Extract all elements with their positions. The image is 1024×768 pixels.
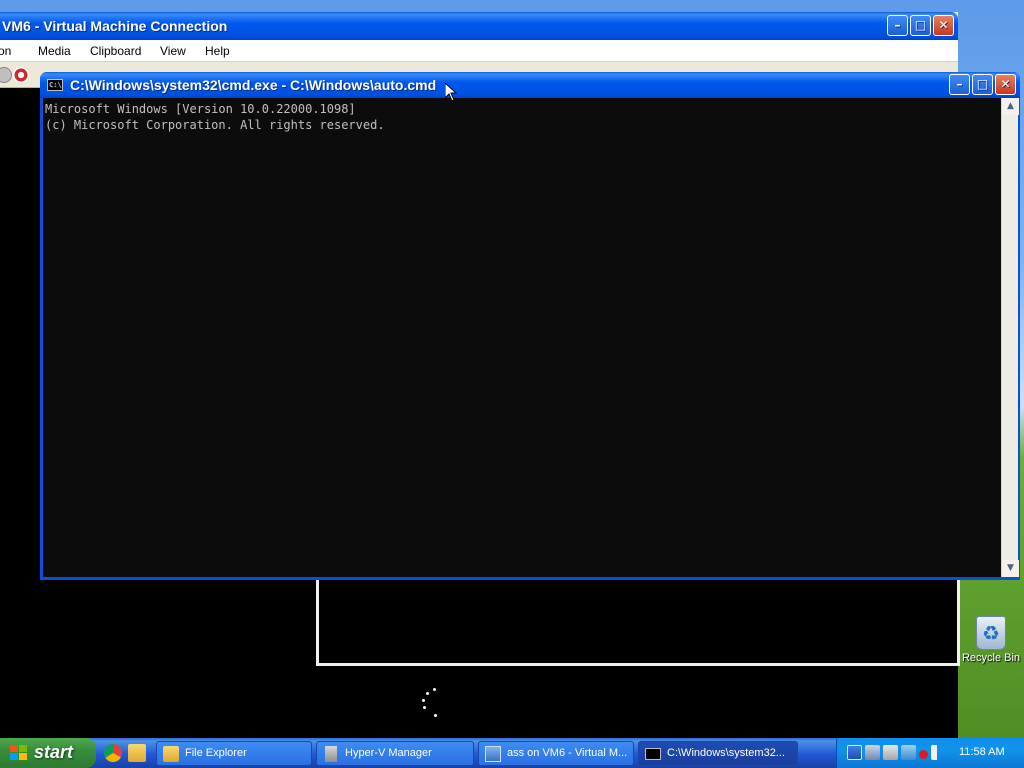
cmd-close-button[interactable]: ✕ [995,74,1016,95]
recycle-bin-icon [976,616,1006,650]
vm-minimize-button[interactable]: – [887,15,908,36]
task-vm-connection[interactable]: ass on VM6 - Virtual M... [478,741,634,766]
console-line-version: Microsoft Windows [Version 10.0.22000.10… [45,102,356,116]
task-label: Hyper-V Manager [345,747,432,759]
task-hyperv-manager[interactable]: Hyper-V Manager [316,741,474,766]
cmd-title-bar[interactable]: C:\ C:\Windows\system32\cmd.exe - C:\Win… [40,72,1020,98]
volume-icon[interactable] [931,745,946,760]
clock[interactable]: 11:58 AM [959,746,1005,758]
menu-clipboard[interactable]: Clipboard [90,44,141,58]
cmd-window: C:\ C:\Windows\system32\cmd.exe - C:\Win… [40,72,1020,580]
cmd-vertical-scrollbar[interactable]: ▲ ▼ [1001,98,1019,577]
task-label: ass on VM6 - Virtual M... [507,747,628,759]
task-label: C:\Windows\system32... [667,747,785,759]
task-label: File Explorer [185,747,247,759]
record-icon[interactable] [919,750,928,759]
cmd-minimize-button[interactable]: – [949,74,970,95]
vm-connection-icon [485,746,501,762]
chrome-icon[interactable] [104,744,122,762]
folder-icon [163,746,179,762]
security-shield-icon[interactable] [847,745,862,760]
windows-flag-icon [10,745,28,761]
task-cmd[interactable]: C:\Windows\system32... [638,741,798,766]
scroll-up-arrow-icon[interactable]: ▲ [1002,98,1019,115]
menu-media[interactable]: Media [38,44,71,58]
vm-close-button[interactable]: ✕ [933,15,954,36]
start-label: start [34,742,74,762]
recycle-bin-shortcut[interactable]: Recycle Bin [958,612,1024,682]
task-file-explorer[interactable]: File Explorer [156,741,312,766]
ctrl-alt-del-icon[interactable] [0,67,12,83]
loading-spinner-icon [420,688,448,720]
power-off-icon[interactable] [13,67,29,83]
menu-action[interactable]: Action [0,44,11,58]
mouse-cursor-icon [445,83,457,102]
vm-title-bar[interactable]: VM6 - Virtual Machine Connection – □ ✕ [0,12,958,40]
hyperv-icon[interactable] [901,745,916,760]
menu-help[interactable]: Help [205,44,230,58]
quick-launch [104,744,146,762]
vm-maximize-button[interactable]: □ [910,15,931,36]
cmd-icon [645,748,661,760]
system-tray: 11:58 AM [836,738,1024,768]
menu-view[interactable]: View [160,44,186,58]
scroll-down-arrow-icon[interactable]: ▼ [1002,560,1019,577]
folder-icon[interactable] [128,744,146,762]
vm-menu-bar: Action Media Clipboard View Help [0,40,958,62]
network-icon[interactable] [865,745,880,760]
cmd-icon[interactable]: C:\ [47,79,63,91]
cmd-maximize-button[interactable]: □ [972,74,993,95]
hyperv-manager-icon [325,746,337,762]
cmd-console-output[interactable]: Microsoft Windows [Version 10.0.22000.10… [43,98,1001,577]
console-line-copyright: (c) Microsoft Corporation. All rights re… [45,118,385,132]
recycle-bin-label: Recycle Bin [961,652,1021,664]
start-button[interactable]: start [0,738,96,768]
vm-window-title: VM6 - Virtual Machine Connection [2,18,228,34]
taskbar: start File Explorer Hyper-V Manager ass … [0,738,1024,768]
settings-icon[interactable] [883,745,898,760]
cmd-window-title: C:\Windows\system32\cmd.exe - C:\Windows… [70,77,437,93]
